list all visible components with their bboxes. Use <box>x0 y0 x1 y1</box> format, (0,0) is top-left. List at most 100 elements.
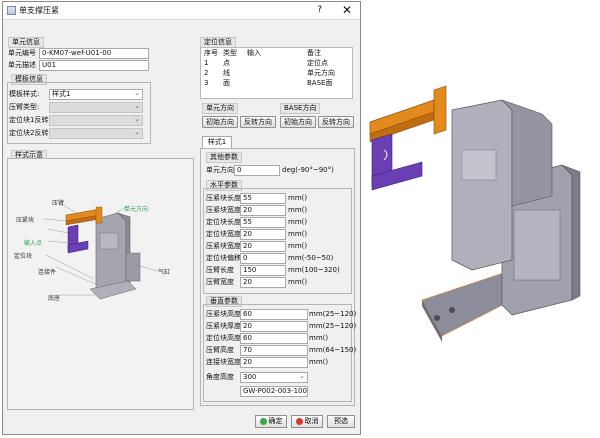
h-param-field[interactable]: 20 <box>240 205 286 216</box>
title-bar: 单支撑压紧 ? ✕ <box>3 2 360 20</box>
angle-height-value: 300 <box>243 373 257 381</box>
cell-no: 3 <box>204 79 209 87</box>
chevron-down-icon: ⌄ <box>134 115 140 123</box>
chevron-down-icon: ⌄ <box>134 128 140 136</box>
col-input: 输入 <box>247 49 261 57</box>
h-param-label: 定位块长度 <box>206 218 241 226</box>
h-param-label: 定位块宽度 <box>206 230 241 238</box>
h-param-unit: mm() <box>288 278 308 286</box>
table-row[interactable]: 2 线 单元方向 <box>201 68 352 78</box>
h-param-field[interactable]: 20 <box>240 241 286 252</box>
template-style-select[interactable]: 样式1 ⌄ <box>49 89 143 100</box>
h-param-label: 压臂长度 <box>206 266 234 274</box>
h-param-field[interactable]: 55 <box>240 193 286 204</box>
other-params-title: 其他参数 <box>206 152 242 163</box>
pin1-reverse-label: 定位块1反转: <box>9 116 51 124</box>
unit-desc-field[interactable]: U01 <box>39 60 149 71</box>
cell-note: BASE面 <box>307 79 333 87</box>
preview-label-base: 底座 <box>48 295 61 302</box>
table-row[interactable]: 1 点 定位点 <box>201 58 352 68</box>
cancel-button[interactable]: 取消 <box>291 415 323 428</box>
preview-label-arm: 压臂 <box>52 200 65 207</box>
angle-height-select[interactable]: 300 ⌄ <box>240 372 308 383</box>
h-param-field[interactable]: 20 <box>240 229 286 240</box>
pin2-reverse-label: 定位块2反转: <box>9 129 51 137</box>
model-3d-render <box>369 85 581 342</box>
locate-table[interactable]: 序号 类型 输入 备注 1 点 定位点 2 线 单元方向 3 面 BASE面 <box>200 47 353 99</box>
unit-info-title: 单元信息 <box>8 37 44 48</box>
h-param-label: 压紧块宽度 <box>206 206 241 214</box>
cell-no: 2 <box>204 69 209 77</box>
v-param-unit: mm(25~120) <box>309 310 357 318</box>
v-param-unit: mm(25~120) <box>309 322 357 330</box>
h-param-field[interactable]: 0 <box>240 253 286 264</box>
preview-label-cylinder: 气缸 <box>158 269 171 276</box>
unit-dir-param-field[interactable]: 0 <box>234 165 280 176</box>
h-param-unit: mm() <box>288 218 308 226</box>
v-param-unit: mm() <box>309 358 329 366</box>
bolt-hole-icon <box>449 307 455 313</box>
template-style-label: 模板样式: <box>9 90 40 98</box>
sample-frame: 压臂 单元方向 压紧块 输入点 定位块 连接件 底座 气缸 <box>7 158 194 410</box>
h-param-field[interactable]: 150 <box>240 265 286 276</box>
preview-label-input-point: 输入点 <box>24 240 43 247</box>
unit-code-label: 单元编号 <box>8 49 36 57</box>
v-param-unit: mm() <box>309 334 329 342</box>
pin1-reverse-select[interactable]: ⌄ <box>49 115 143 126</box>
col-note: 备注 <box>307 49 321 57</box>
cell-type: 线 <box>223 69 230 77</box>
cell-note: 单元方向 <box>307 69 335 77</box>
h-param-unit: mm() <box>288 206 308 214</box>
v-param-unit: mm(64~150) <box>309 346 357 354</box>
v-param-label: 压紧块厚度 <box>206 322 241 330</box>
preview-button[interactable]: 预选 <box>327 415 355 428</box>
help-button[interactable]: ? <box>317 5 322 15</box>
unit-reverse-dir-button[interactable]: 反转方向 <box>240 116 276 128</box>
h-param-label: 压紧块宽度 <box>206 242 241 250</box>
v-param-field[interactable]: 60 <box>240 309 308 320</box>
unit-dir-param-unit: deg(-90°~90°) <box>282 166 334 174</box>
v-param-label: 连接块宽度 <box>206 358 241 366</box>
cell-type: 面 <box>223 79 230 87</box>
chevron-down-icon: ⌄ <box>134 102 140 110</box>
preview-label-clamp-block: 压紧块 <box>16 217 35 224</box>
h-param-label: 定位块偏移 <box>206 254 241 262</box>
table-row[interactable]: 3 面 BASE面 <box>201 78 352 88</box>
col-no: 序号 <box>204 49 218 57</box>
h-param-unit: mm() <box>288 230 308 238</box>
v-param-label: 压臂高度 <box>206 346 234 354</box>
base-dir-group-title: BASE方向 <box>280 103 321 114</box>
v-param-field[interactable]: 20 <box>240 357 308 368</box>
h-param-unit: mm() <box>288 194 308 202</box>
h-param-unit: mm(-50~50) <box>288 254 334 262</box>
template-style-value: 样式1 <box>52 90 71 98</box>
dialog-title: 单支撑压紧 <box>19 6 59 15</box>
tab-style1[interactable]: 样式1 <box>202 136 232 148</box>
clamp-arm-riser <box>433 85 447 135</box>
base-reverse-dir-button[interactable]: 反转方向 <box>318 116 354 128</box>
part-code-field[interactable]: GW-P002-003-100A <box>240 386 308 397</box>
preview-label-unit-dir: 单元方向 <box>124 206 149 213</box>
h-param-label: 压臂宽度 <box>206 278 234 286</box>
v-param-field[interactable]: 60 <box>240 333 308 344</box>
bolt-hole-icon <box>434 315 440 321</box>
close-button[interactable]: ✕ <box>342 3 352 17</box>
cell-type: 点 <box>223 59 230 67</box>
clamp-type-select[interactable]: ⌄ <box>49 102 143 113</box>
pin2-reverse-select[interactable]: ⌄ <box>49 128 143 139</box>
ok-label: 确定 <box>268 417 283 425</box>
cell-no: 1 <box>204 59 209 67</box>
cancel-icon <box>295 418 303 425</box>
ok-button[interactable]: 确定 <box>255 415 287 428</box>
unit-init-dir-button[interactable]: 初始方向 <box>202 116 238 128</box>
unit-code-field[interactable]: 0-KM07-wef-U01-00 <box>39 48 149 59</box>
base-init-dir-button[interactable]: 初始方向 <box>280 116 316 128</box>
v-param-field[interactable]: 70 <box>240 345 308 356</box>
v-param-field[interactable]: 20 <box>240 321 308 332</box>
upright-body <box>451 99 513 271</box>
sample-preview-image <box>43 204 159 300</box>
col-type: 类型 <box>223 49 237 57</box>
h-param-field[interactable]: 20 <box>240 277 286 288</box>
unit-dir-param-label: 单元方向 <box>206 166 234 174</box>
h-param-field[interactable]: 55 <box>240 217 286 228</box>
